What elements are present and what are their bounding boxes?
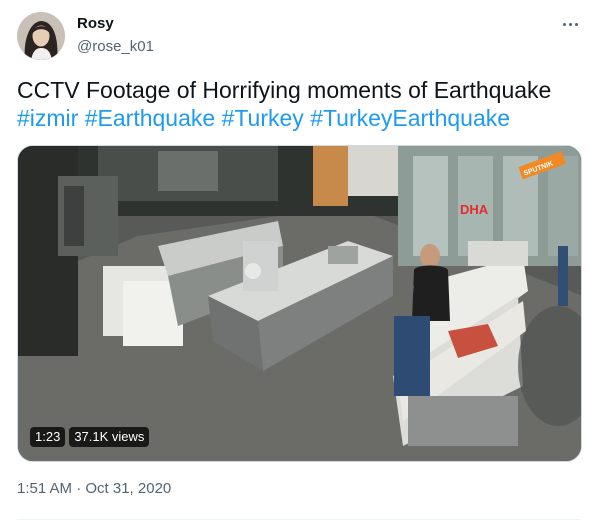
- video-overlay: 1:23 37.1K views: [30, 427, 150, 447]
- author-display-name[interactable]: Rosy: [77, 14, 154, 34]
- hashtag-link[interactable]: #TurkeyEarthquake: [310, 105, 510, 131]
- avatar-image: [17, 12, 65, 60]
- author-handle[interactable]: @rose_k01: [77, 37, 154, 57]
- video-views: 37.1K views: [69, 427, 150, 447]
- dha-watermark: DHA: [460, 202, 489, 217]
- hashtag-link[interactable]: #Earthquake: [85, 105, 215, 131]
- tweet-text: CCTV Footage of Horrifying moments of Ea…: [17, 76, 582, 132]
- tweet-body-text: CCTV Footage of Horrifying moments of Ea…: [17, 77, 552, 103]
- more-options-button[interactable]: [556, 14, 584, 34]
- more-horizontal-icon: [574, 22, 578, 26]
- avatar[interactable]: [17, 12, 65, 60]
- hashtag-link[interactable]: #Turkey: [222, 105, 304, 131]
- video-player[interactable]: DHA SPUTNIK 1:23 37.1K views: [17, 145, 582, 462]
- more-horizontal-icon: [568, 22, 572, 26]
- hashtag-link[interactable]: #izmir: [17, 105, 78, 131]
- tweet-timestamp[interactable]: 1:51 AM · Oct 31, 2020: [17, 479, 171, 499]
- video-duration: 1:23: [30, 427, 66, 447]
- video-frame: DHA SPUTNIK: [18, 146, 581, 461]
- more-horizontal-icon: [562, 22, 566, 26]
- tweet-card[interactable]: Rosy @rose_k01 CCTV Footage of Horrifyin…: [0, 0, 598, 520]
